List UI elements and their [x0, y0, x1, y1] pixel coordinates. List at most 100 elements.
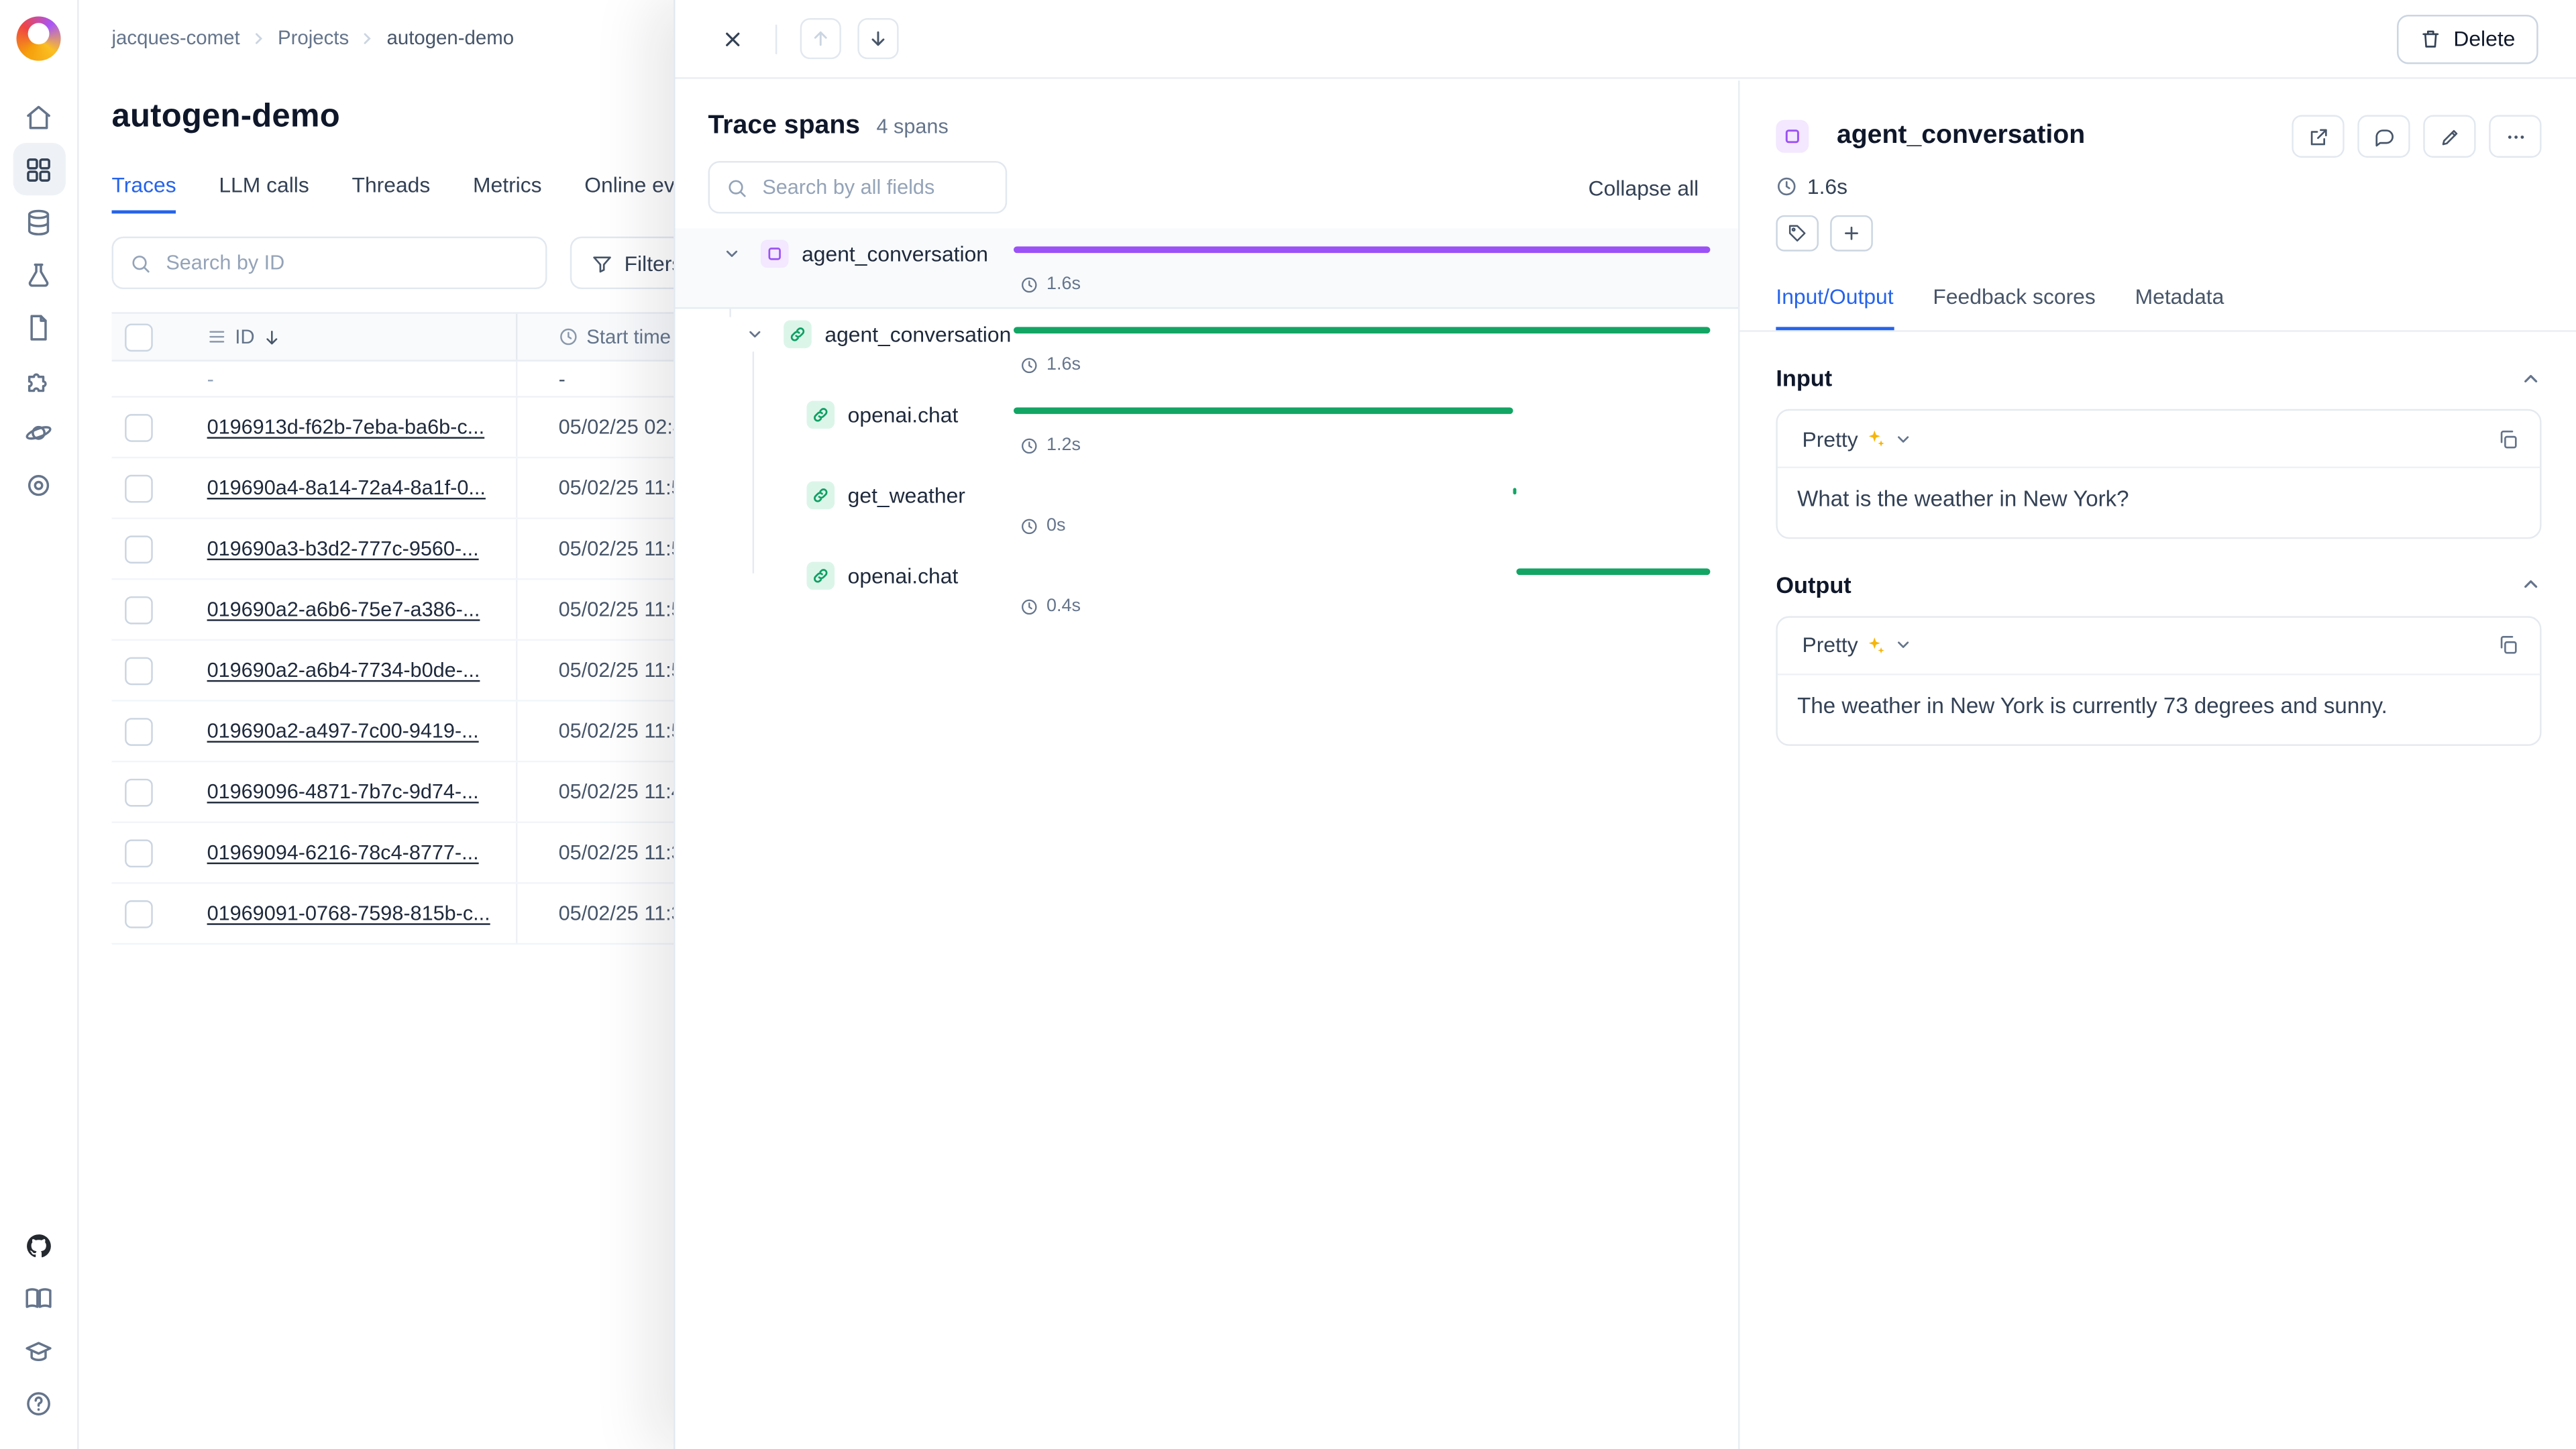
row-checkbox[interactable] [125, 413, 153, 441]
tags-button[interactable] [1776, 215, 1819, 252]
flask-icon [25, 260, 53, 288]
copy-icon [2497, 428, 2518, 449]
collapse-all-button[interactable]: Collapse all [1578, 168, 1709, 206]
github-link[interactable] [12, 1219, 64, 1271]
comment-icon [2373, 125, 2395, 147]
span-timeline-bar[interactable] [1014, 327, 1710, 333]
more-actions-button[interactable] [2489, 115, 2541, 158]
search-by-id-input[interactable] [162, 250, 529, 276]
tab-online-evaluation[interactable]: Online ev [584, 172, 675, 213]
span-link-icon [806, 480, 835, 508]
row-checkbox[interactable] [125, 596, 153, 624]
delete-button[interactable]: Delete [2398, 14, 2538, 63]
span-row[interactable]: agent_conversation 1.6s [676, 228, 1738, 309]
education-link[interactable] [12, 1324, 64, 1377]
span-name: get_weather [848, 482, 965, 507]
comet-logo[interactable] [16, 16, 60, 60]
row-checkbox[interactable] [125, 535, 153, 563]
trace-id-link[interactable]: 01969096-4871-7b7c-9d74-... [207, 780, 479, 803]
trace-id-link[interactable]: 019690a3-b3d2-777c-9560-... [207, 537, 479, 560]
chevron-down-icon[interactable] [741, 321, 767, 347]
trace-id-link[interactable]: 019690a2-a6b6-75e7-a386-... [207, 598, 480, 621]
sidebar-item-projects[interactable] [12, 143, 64, 195]
span-timeline-bar[interactable] [1517, 568, 1711, 575]
span-timeline-bar[interactable] [1014, 246, 1710, 253]
span-link-icon [806, 561, 835, 589]
tab-llm-calls[interactable]: LLM calls [219, 172, 309, 213]
delete-label: Delete [2453, 26, 2515, 51]
edit-button[interactable] [2423, 115, 2475, 158]
row-checkbox[interactable] [125, 474, 153, 502]
span-row[interactable]: openai.chat 1.2s [676, 389, 1738, 470]
comment-button[interactable] [2357, 115, 2410, 158]
span-timeline-bar[interactable] [1014, 407, 1513, 414]
sidebar-item-experiments[interactable] [12, 248, 64, 301]
sidebar-item-prompts[interactable] [12, 301, 64, 353]
add-tag-button[interactable] [1830, 215, 1873, 252]
input-format-select[interactable]: Pretty [1796, 423, 1919, 455]
tab-threads[interactable]: Threads [352, 172, 431, 213]
sidebar-item-home[interactable] [12, 91, 64, 143]
trace-id-link[interactable]: 019690a4-8a14-72a4-8a1f-0... [207, 476, 486, 499]
trace-id-link[interactable]: 01969091-0768-7598-815b-c... [207, 902, 490, 924]
chevron-down-icon [1894, 637, 1913, 655]
span-count: 4 spans [877, 115, 949, 138]
row-checkbox[interactable] [125, 656, 153, 684]
span-row[interactable]: openai.chat 0.4s [676, 550, 1738, 631]
sparkles-icon [1866, 635, 1886, 655]
close-drawer-button[interactable] [711, 18, 752, 59]
span-duration: 0.4s [1020, 596, 1081, 616]
sidebar-item-online-evaluation[interactable] [12, 458, 64, 511]
trace-id-link[interactable]: 019690a2-a497-7c00-9419-... [207, 720, 479, 743]
span-row[interactable]: agent_conversation 1.6s [676, 309, 1738, 389]
span-tree: agent_conversation 1.6s agent_conversati… [676, 228, 1738, 631]
help-button[interactable] [12, 1377, 64, 1429]
copy-output-button[interactable] [2494, 631, 2522, 659]
trash-icon [2420, 28, 2442, 50]
span-timeline-bar[interactable] [1513, 488, 1516, 494]
previous-trace-button[interactable] [800, 18, 841, 59]
span-link-icon [784, 319, 812, 347]
arrow-up-icon [810, 28, 831, 50]
sidebar-item-playground[interactable] [12, 354, 64, 406]
clock-icon [1020, 275, 1038, 293]
search-by-id-box [112, 237, 547, 289]
row-checkbox[interactable] [125, 778, 153, 806]
select-all-checkbox[interactable] [125, 323, 153, 351]
chevron-up-icon[interactable] [2520, 367, 2542, 388]
tab-metrics[interactable]: Metrics [473, 172, 542, 213]
span-search-input[interactable] [759, 174, 989, 201]
share-button[interactable] [2292, 115, 2344, 158]
breadcrumb-projects[interactable]: Projects [278, 26, 349, 49]
span-row[interactable]: get_weather 0s [676, 470, 1738, 550]
chevron-up-icon[interactable] [2520, 574, 2542, 596]
column-header-id[interactable]: ID [180, 314, 517, 360]
trace-duration: 1.6s [1739, 158, 2576, 199]
row-checkbox[interactable] [125, 717, 153, 745]
next-trace-button[interactable] [857, 18, 898, 59]
pencil-icon [2439, 125, 2461, 147]
trace-id-link[interactable]: 01969094-6216-78c4-8777-... [207, 841, 479, 864]
graduation-cap-icon [25, 1336, 53, 1364]
chevron-down-icon[interactable] [718, 240, 744, 266]
span-search-box [708, 161, 1008, 213]
breadcrumb-workspace[interactable]: jacques-comet [112, 26, 240, 49]
row-checkbox[interactable] [125, 839, 153, 867]
trace-spans-panel: Trace spans 4 spans Collapse all [676, 80, 1740, 1449]
tab-metadata[interactable]: Metadata [2135, 284, 2224, 331]
documentation-link[interactable] [12, 1272, 64, 1324]
output-format-select[interactable]: Pretty [1796, 630, 1919, 661]
trace-id-link[interactable]: 019690a2-a6b4-7734-b0de-... [207, 659, 480, 682]
row-checkbox[interactable] [125, 900, 153, 928]
sidebar-item-production[interactable] [12, 406, 64, 458]
copy-input-button[interactable] [2494, 425, 2522, 453]
tab-input-output[interactable]: Input/Output [1776, 284, 1893, 331]
sidebar-item-datasets[interactable] [12, 195, 64, 248]
trace-id-link[interactable]: 0196913d-f62b-7eba-ba6b-c... [207, 416, 485, 439]
tab-feedback-scores[interactable]: Feedback scores [1933, 284, 2095, 331]
clock-icon [1020, 436, 1038, 454]
search-icon [129, 252, 151, 274]
trace-drawer: Delete Trace spans 4 spans Collapse all [674, 0, 2576, 1449]
home-icon [25, 103, 53, 131]
tab-traces[interactable]: Traces [112, 172, 176, 213]
